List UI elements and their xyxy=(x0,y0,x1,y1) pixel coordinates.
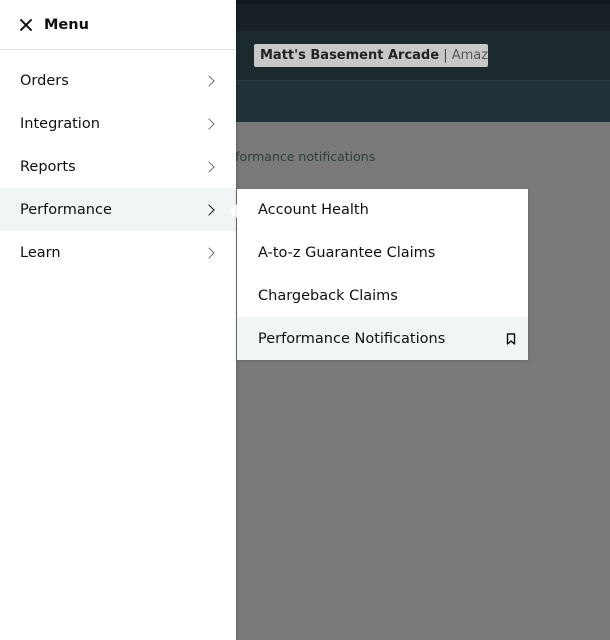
submenu-item-label: A-to-z Guarantee Claims xyxy=(258,245,436,262)
menu-item-label: Learn xyxy=(20,244,61,261)
chevron-right-icon xyxy=(203,74,215,87)
menu-item-label: Performance xyxy=(20,201,112,218)
close-icon[interactable] xyxy=(18,17,34,33)
submenu-item-label: Account Health xyxy=(258,202,369,219)
flyout-pointer xyxy=(229,204,237,218)
menu-item-label: Reports xyxy=(20,158,76,175)
menu-item-learn[interactable]: Learn xyxy=(0,231,236,274)
submenu-item-chargeback-claims[interactable]: Chargeback Claims xyxy=(237,275,528,318)
chevron-right-icon xyxy=(203,160,215,173)
submenu-item-label: Performance Notifications xyxy=(258,330,446,347)
menu-item-performance[interactable]: Performance xyxy=(0,188,236,231)
menu-item-label: Integration xyxy=(20,115,100,132)
store-selector[interactable]: Matt's Basement Arcade | Amazo... xyxy=(254,44,488,67)
chevron-right-icon xyxy=(203,117,215,130)
bookmark-icon[interactable] xyxy=(506,332,516,345)
chevron-right-icon xyxy=(203,246,215,259)
menu-item-label: Orders xyxy=(20,72,69,89)
menu-item-reports[interactable]: Reports xyxy=(0,145,236,188)
submenu-item-performance-notifications[interactable]: Performance Notifications xyxy=(237,317,528,360)
store-separator: | xyxy=(443,48,448,63)
performance-submenu: Account Health A-to-z Guarantee Claims C… xyxy=(237,189,528,360)
chevron-right-icon xyxy=(203,203,215,216)
store-name: Matt's Basement Arcade xyxy=(260,48,440,63)
store-marketplace: Amazo... xyxy=(451,48,488,63)
drawer-title: Menu xyxy=(44,16,89,33)
breadcrumb: rformance notifications xyxy=(230,149,376,164)
menu-item-orders[interactable]: Orders xyxy=(0,59,236,102)
drawer-header: Menu xyxy=(0,0,236,50)
menu-item-integration[interactable]: Integration xyxy=(0,102,236,145)
submenu-item-a-to-z-claims[interactable]: A-to-z Guarantee Claims xyxy=(237,232,528,275)
menu-list: Orders Integration Reports Performance L… xyxy=(0,50,236,274)
submenu-item-label: Chargeback Claims xyxy=(258,287,398,304)
navigation-drawer: Menu Orders Integration Reports Performa… xyxy=(0,0,236,640)
submenu-item-account-health[interactable]: Account Health xyxy=(237,189,528,232)
